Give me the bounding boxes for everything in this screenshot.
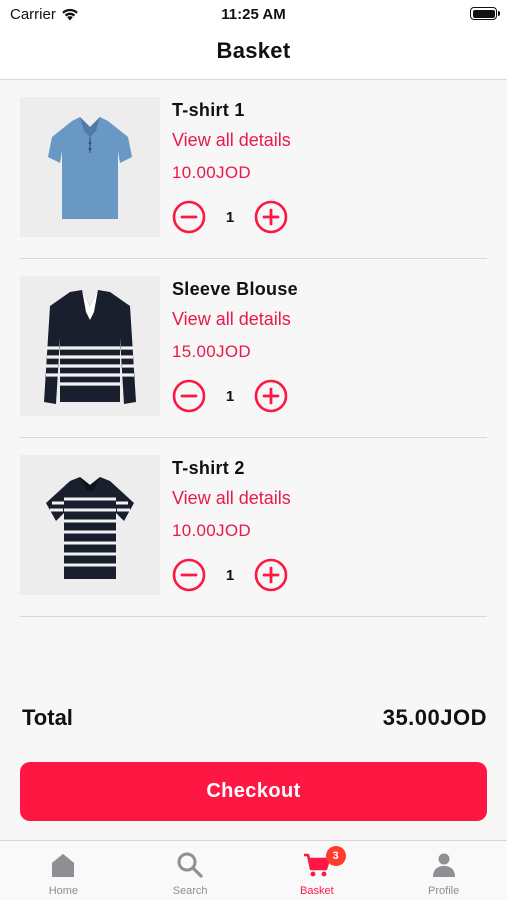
view-details-link[interactable]: View all details [172,309,298,333]
navy-striped-sweater-icon [44,290,136,404]
home-icon [52,854,75,877]
quantity-value: 1 [225,566,235,584]
tab-profile[interactable]: Profile [380,841,507,900]
minus-circle-icon[interactable] [172,200,206,234]
page-title: Basket [216,38,291,63]
item-price: 15.00JOD [172,342,251,361]
tab-bar: Home Search 3 Basket Profile [0,840,507,900]
total-row: Total 35.00JOD [22,705,487,735]
plus-circle-icon[interactable] [254,558,288,592]
basket-item: T-shirt 1 View all details 10.00JOD 1 [20,80,487,259]
quantity-value: 1 [225,387,235,405]
tab-search[interactable]: Search [127,841,254,900]
navy-striped-tshirt-icon [46,477,134,579]
tab-label: Profile [428,885,460,897]
item-info: Sleeve Blouse View all details 15.00JOD [172,279,298,366]
person-icon [432,853,455,877]
blue-polo-shirt-icon [48,117,132,219]
view-details-link[interactable]: View all details [172,488,291,512]
item-info: T-shirt 1 View all details 10.00JOD [172,100,291,187]
product-image[interactable] [20,455,160,595]
nav-header: Basket [0,30,507,80]
cart-count-badge: 3 [325,846,346,866]
tab-label: Search [172,885,208,897]
total-label: Total [22,705,73,730]
tab-label: Basket [300,885,334,897]
checkout-button[interactable]: Checkout [20,762,487,821]
quantity-stepper: 1 [172,379,288,413]
basket-list: T-shirt 1 View all details 10.00JOD 1 Sl… [20,80,487,617]
tab-label: Home [48,885,79,897]
view-details-link[interactable]: View all details [172,130,291,154]
basket-item: Sleeve Blouse View all details 15.00JOD … [20,259,487,438]
total-value: 35.00JOD [382,705,487,730]
product-image[interactable] [20,97,160,237]
tab-home[interactable]: Home [0,841,127,900]
battery-icon [470,7,500,20]
item-name: T-shirt 2 [172,458,245,478]
quantity-stepper: 1 [172,558,288,592]
plus-circle-icon[interactable] [254,379,288,413]
item-price: 10.00JOD [172,163,251,182]
item-info: T-shirt 2 View all details 10.00JOD [172,458,291,545]
minus-circle-icon[interactable] [172,558,206,592]
item-price: 10.00JOD [172,521,251,540]
item-name: T-shirt 1 [172,100,245,120]
plus-circle-icon[interactable] [254,200,288,234]
status-bar: Carrier 11:25 AM [0,0,507,30]
quantity-stepper: 1 [172,200,288,234]
item-name: Sleeve Blouse [172,279,298,299]
tab-basket[interactable]: 3 Basket [254,841,381,900]
basket-item: T-shirt 2 View all details 10.00JOD 1 [20,438,487,617]
status-time: 11:25 AM [221,6,286,23]
quantity-value: 1 [225,208,235,226]
product-image[interactable] [20,276,160,416]
minus-circle-icon[interactable] [172,379,206,413]
search-icon [177,852,203,878]
